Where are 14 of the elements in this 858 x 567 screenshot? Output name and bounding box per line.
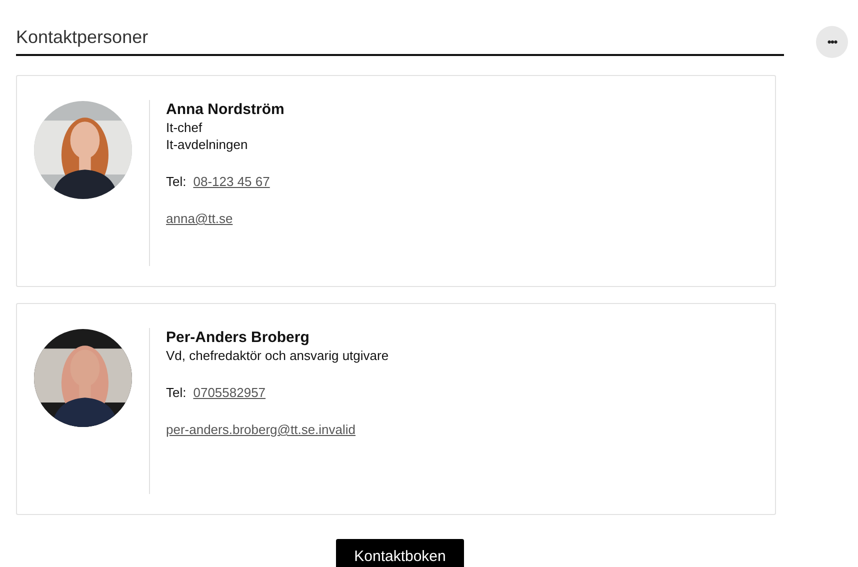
section-title: Kontaktpersoner [16,26,150,48]
contact-book-button[interactable]: Kontaktboken [336,539,464,567]
email-link[interactable]: anna@tt.se [166,211,233,226]
phone-link[interactable]: 08-123 45 67 [193,170,270,194]
contact-role: It-avdelningen [166,136,249,153]
phone-label: Tel: [166,173,186,191]
contact-role: It-chef [166,119,204,136]
more-menu-button[interactable]: ••• [816,26,848,58]
email-link[interactable]: per-anders.broberg@tt.se.invalid [166,422,356,437]
contact-name: Anna Nordström [166,101,284,119]
contact-name: Per-Anders Broberg [166,329,310,347]
phone-link[interactable]: 0705582957 [193,381,266,405]
contact-role: Vd, chefredaktör och ansvarig utgivare [166,347,389,364]
phone-label: Tel: [166,384,186,402]
